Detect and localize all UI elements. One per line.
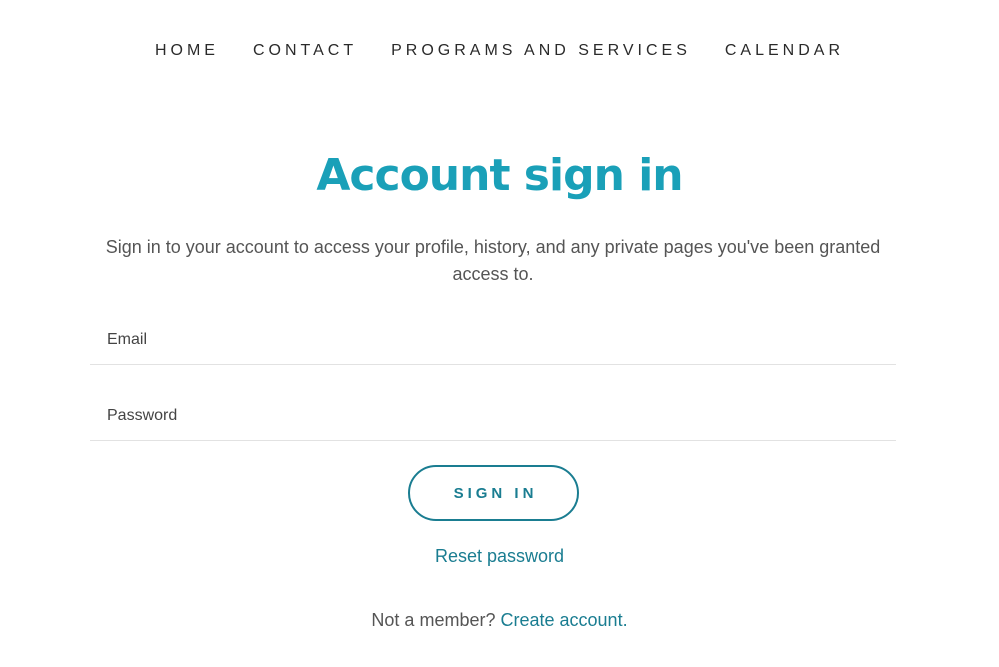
email-field bbox=[90, 315, 896, 365]
page-title: Account sign in bbox=[316, 150, 683, 201]
email-input[interactable] bbox=[90, 315, 896, 364]
page-intro: Sign in to your account to access your p… bbox=[105, 237, 881, 284]
create-account-link[interactable]: Create account. bbox=[501, 610, 628, 630]
nav-link-calendar[interactable]: CALENDAR bbox=[725, 40, 844, 62]
nav-link-contact[interactable]: CONTACT bbox=[253, 40, 357, 62]
reset-password-link[interactable]: Reset password bbox=[0, 543, 999, 569]
sign-in-button[interactable]: SIGN IN bbox=[408, 465, 579, 521]
nav-link-programs-and-services[interactable]: PROGRAMS AND SERVICES bbox=[391, 40, 691, 62]
top-navigation: HOME CONTACT PROGRAMS AND SERVICES CALEN… bbox=[0, 40, 999, 62]
nav-link-home[interactable]: HOME bbox=[155, 40, 219, 62]
password-field bbox=[90, 391, 896, 441]
password-input[interactable] bbox=[90, 391, 896, 440]
member-prompt-text: Not a member? bbox=[371, 610, 496, 630]
member-prompt-line: Not a member? Create account. bbox=[0, 607, 999, 633]
